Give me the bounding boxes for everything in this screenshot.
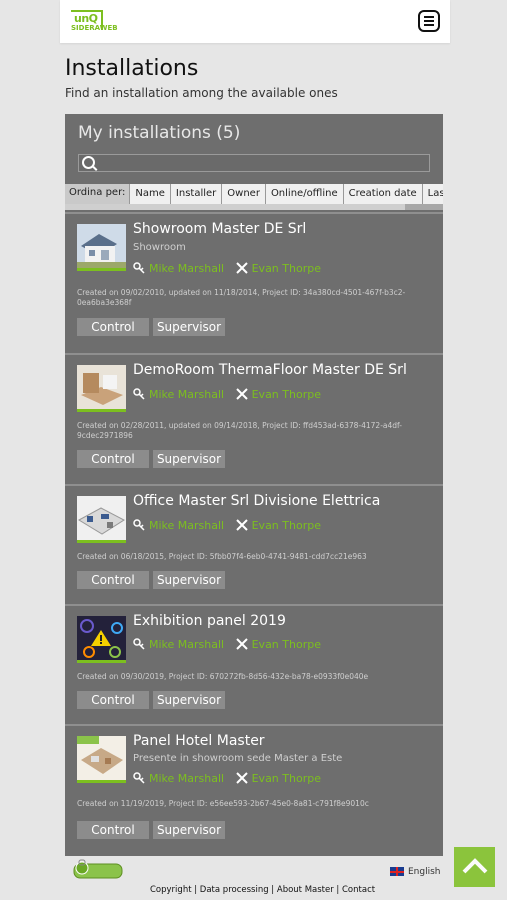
scroll-to-top-button[interactable] <box>454 847 495 887</box>
installation-meta: Created on 09/02/2010, updated on 11/18/… <box>77 288 406 307</box>
supervisor-button[interactable]: Supervisor <box>153 821 225 839</box>
page-subtitle: Find an installation among the available… <box>65 86 338 100</box>
hamburger-menu-button[interactable] <box>418 10 440 32</box>
installation-thumbnail <box>77 736 126 783</box>
logo-wordmark: SIDERAWEB <box>71 24 118 32</box>
installations-panel: My installations (5) Ordina per: Name In… <box>65 114 443 856</box>
security-badge <box>73 858 123 880</box>
installation-card[interactable]: Showroom Master DE Srl Showroom Mike Mar… <box>65 212 443 353</box>
language-label: English <box>408 867 441 877</box>
installation-thumbnail <box>77 496 126 543</box>
installation-people: Mike Marshall Evan Thorpe <box>133 518 321 532</box>
owner-name[interactable]: Mike Marshall <box>149 519 224 532</box>
search-icon <box>82 156 95 169</box>
sort-bar: Ordina per: Name Installer Owner Online/… <box>65 184 443 204</box>
page-title: Installations <box>65 56 199 81</box>
installation-card[interactable]: Panel Hotel Master Presente in showroom … <box>65 724 443 856</box>
installation-title[interactable]: Panel Hotel Master <box>133 733 265 749</box>
sort-online-offline[interactable]: Online/offline <box>265 184 344 204</box>
sort-installer[interactable]: Installer <box>170 184 223 204</box>
supervisor-button[interactable]: Supervisor <box>153 571 225 589</box>
tools-icon <box>235 262 248 274</box>
sort-last-modified[interactable]: Last mod <box>422 184 443 204</box>
language-selector[interactable]: English <box>390 867 441 877</box>
installation-card[interactable]: DemoRoom ThermaFloor Master DE Srl Mike … <box>65 353 443 484</box>
sort-creation-date[interactable]: Creation date <box>343 184 423 204</box>
control-button[interactable]: Control <box>77 821 149 839</box>
installation-thumbnail <box>77 616 126 663</box>
installer-name[interactable]: Evan Thorpe <box>252 772 321 785</box>
key-icon <box>133 519 145 531</box>
owner-name[interactable]: Mike Marshall <box>149 638 224 651</box>
key-icon <box>133 638 145 650</box>
control-button[interactable]: Control <box>77 450 149 468</box>
sort-scrollbar[interactable] <box>65 204 443 210</box>
installation-meta: Created on 09/30/2019, Project ID: 67027… <box>77 672 369 681</box>
control-button[interactable]: Control <box>77 318 149 336</box>
sort-name[interactable]: Name <box>130 184 171 204</box>
installation-meta: Created on 06/18/2015, Project ID: 5fbb0… <box>77 552 367 561</box>
chevron-up-icon <box>462 858 488 874</box>
key-icon <box>133 772 145 784</box>
installer-name[interactable]: Evan Thorpe <box>252 388 321 401</box>
panel-header: My installations (5) <box>65 114 443 186</box>
installation-thumbnail <box>77 365 126 412</box>
control-button[interactable]: Control <box>77 571 149 589</box>
installation-meta: Created on 02/28/2011, updated on 09/14/… <box>77 421 402 440</box>
installation-title[interactable]: Exhibition panel 2019 <box>133 613 286 629</box>
installation-subtitle: Showroom <box>133 242 186 253</box>
installation-people: Mike Marshall Evan Thorpe <box>133 261 321 275</box>
top-bar: unQ SIDERAWEB <box>60 0 450 43</box>
search-input[interactable] <box>78 154 430 172</box>
tools-icon <box>235 638 248 650</box>
sidera-logo[interactable]: unQ SIDERAWEB <box>71 10 131 36</box>
installation-meta: Created on 11/19/2019, Project ID: e56ee… <box>77 799 369 808</box>
tools-icon <box>235 772 248 784</box>
installation-people: Mike Marshall Evan Thorpe <box>133 637 321 651</box>
installation-card[interactable]: Exhibition panel 2019 Mike Marshall Evan… <box>65 604 443 724</box>
panel-title: My installations (5) <box>78 123 241 143</box>
key-icon <box>133 262 145 274</box>
logo-word-1: SIDERA <box>71 24 100 32</box>
installation-title[interactable]: Showroom Master DE Srl <box>133 221 306 237</box>
installer-name[interactable]: Evan Thorpe <box>252 519 321 532</box>
installation-thumbnail <box>77 224 126 271</box>
sort-owner[interactable]: Owner <box>222 184 266 204</box>
installer-name[interactable]: Evan Thorpe <box>252 262 321 275</box>
installation-card[interactable]: Office Master Srl Divisione Elettrica Mi… <box>65 484 443 604</box>
installer-name[interactable]: Evan Thorpe <box>252 638 321 651</box>
owner-name[interactable]: Mike Marshall <box>149 388 224 401</box>
owner-name[interactable]: Mike Marshall <box>149 772 224 785</box>
footer-links[interactable]: Copyright | Data processing | About Mast… <box>150 885 375 895</box>
installation-title[interactable]: DemoRoom ThermaFloor Master DE Srl <box>133 362 407 378</box>
tools-icon <box>235 519 248 531</box>
uk-flag-icon <box>390 867 404 876</box>
supervisor-button[interactable]: Supervisor <box>153 450 225 468</box>
owner-name[interactable]: Mike Marshall <box>149 262 224 275</box>
logo-word-2: WEB <box>99 24 118 32</box>
installation-title[interactable]: Office Master Srl Divisione Elettrica <box>133 493 380 509</box>
installation-people: Mike Marshall Evan Thorpe <box>133 771 321 785</box>
supervisor-button[interactable]: Supervisor <box>153 318 225 336</box>
control-button[interactable]: Control <box>77 691 149 709</box>
supervisor-button[interactable]: Supervisor <box>153 691 225 709</box>
key-icon <box>133 388 145 400</box>
tools-icon <box>235 388 248 400</box>
installation-subtitle: Presente in showroom sede Master a Este <box>133 753 343 764</box>
sort-scrollbar-thumb[interactable] <box>65 204 405 210</box>
sort-label: Ordina per: <box>65 184 131 204</box>
installation-people: Mike Marshall Evan Thorpe <box>133 387 321 401</box>
